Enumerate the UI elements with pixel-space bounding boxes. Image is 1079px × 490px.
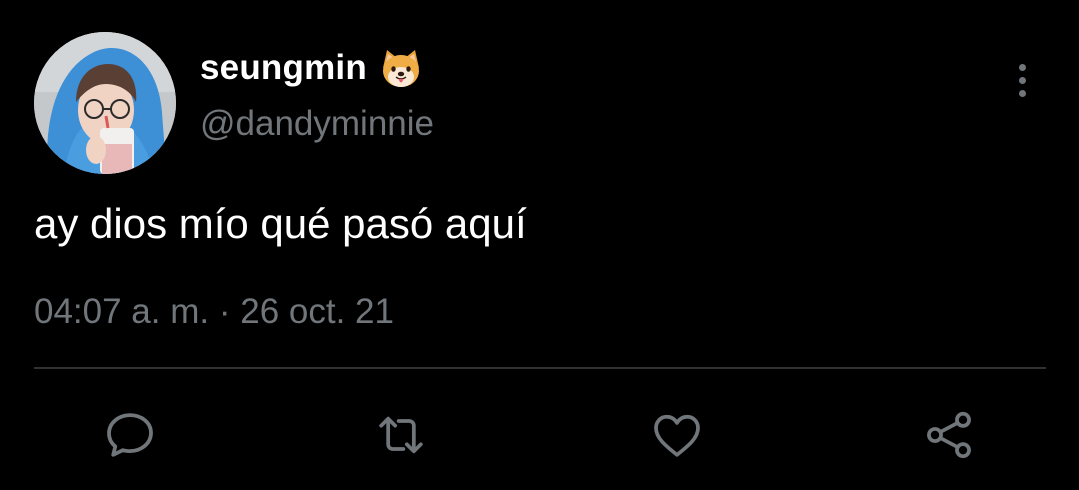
display-name[interactable]: seungmin	[200, 48, 367, 88]
tweet-actions-bar	[0, 400, 1079, 470]
share-icon	[927, 411, 971, 459]
avatar[interactable]	[34, 32, 176, 174]
retweet-button[interactable]	[366, 400, 436, 470]
avatar-image	[34, 32, 176, 174]
tweet-text: ay dios mío qué pasó aquí	[34, 200, 527, 247]
more-dot-icon	[1018, 63, 1026, 71]
share-button[interactable]	[914, 400, 984, 470]
tweet-detail: seungmin @dandyminnie ay dios mío qué pa…	[0, 0, 1079, 490]
tweet-date: 26 oct. 21	[240, 292, 394, 331]
more-dot-icon	[1018, 76, 1026, 84]
divider	[34, 367, 1046, 369]
reply-icon	[107, 413, 153, 457]
more-dot-icon	[1018, 89, 1026, 97]
tweet-timestamp[interactable]: 04:07 a. m. · 26 oct. 21	[34, 292, 394, 332]
like-icon	[654, 414, 700, 457]
retweet-icon	[379, 416, 423, 454]
like-button[interactable]	[642, 400, 712, 470]
tweet-time: 04:07 a. m.	[34, 292, 210, 331]
display-name-row[interactable]: seungmin	[200, 44, 423, 92]
user-handle[interactable]: @dandyminnie	[200, 104, 434, 144]
dog-face-emoji-icon	[379, 46, 423, 90]
reply-button[interactable]	[95, 400, 165, 470]
more-options-button[interactable]	[1004, 58, 1040, 102]
timestamp-separator: ·	[218, 292, 231, 331]
